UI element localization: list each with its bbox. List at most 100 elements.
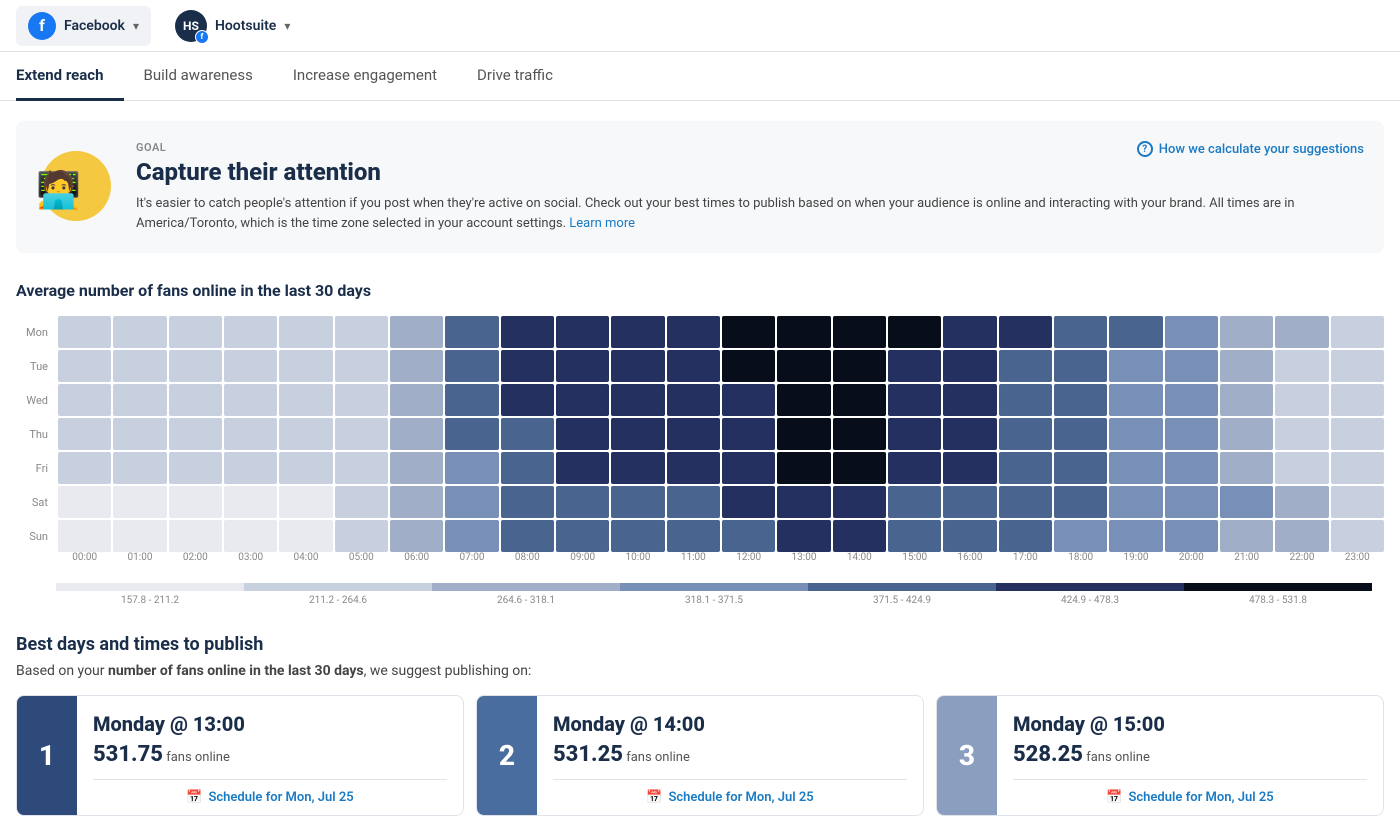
tab-increase-engagement[interactable]: Increase engagement	[273, 52, 457, 101]
heatmap-cell	[667, 418, 720, 450]
heatmap-time-label: 09:00	[556, 552, 609, 563]
heatmap-cell	[335, 384, 388, 416]
heatmap-cell	[1220, 520, 1273, 552]
heatmap-cell	[667, 486, 720, 518]
heatmap-cell	[722, 452, 775, 484]
heatmap-time-label: 11:00	[667, 552, 720, 563]
heatmap-cell	[335, 452, 388, 484]
illustration-figure-icon: 🧑‍💻	[36, 169, 81, 211]
best-times-desc-prefix: Based on your	[16, 663, 108, 679]
goal-illustration: 🧑‍💻	[36, 141, 116, 221]
heatmap-cell	[999, 384, 1052, 416]
heatmap-day-label: Thu	[16, 418, 56, 450]
suggestion-body: Monday @ 14:00531.25 fans online📅Schedul…	[537, 696, 923, 815]
heatmap-time-label: 20:00	[1165, 552, 1218, 563]
heatmap-cell	[1109, 418, 1162, 450]
goal-title: Capture their attention	[136, 158, 1364, 186]
heatmap-section: Average number of fans online in the las…	[16, 281, 1384, 563]
suggestion-time: Monday @ 14:00	[553, 712, 907, 736]
legend-label-text: 318.1 - 371.5	[685, 595, 743, 606]
heatmap-cell	[390, 520, 443, 552]
heatmap-day-label: Sun	[16, 520, 56, 552]
heatmap-cell	[777, 418, 830, 450]
heatmap-cell	[58, 316, 111, 348]
tab-build-awareness[interactable]: Build awareness	[124, 52, 273, 101]
legend-item: 264.6 - 318.1	[432, 583, 620, 606]
heatmap-cell	[777, 452, 830, 484]
heatmap-cell	[1275, 486, 1328, 518]
heatmap-cell	[999, 316, 1052, 348]
heatmap-cell	[777, 486, 830, 518]
heatmap-cell	[169, 452, 222, 484]
tab-drive-traffic[interactable]: Drive traffic	[457, 52, 573, 101]
suggestion-time: Monday @ 15:00	[1013, 712, 1367, 736]
heatmap-cell	[169, 520, 222, 552]
heatmap-cell	[611, 316, 664, 348]
heatmap-cell	[1275, 452, 1328, 484]
heatmap-cell	[113, 486, 166, 518]
legend-item: 211.2 - 264.6	[244, 583, 432, 606]
facebook-selector[interactable]: f Facebook ▾	[16, 6, 151, 46]
heatmap-cell	[999, 418, 1052, 450]
heatmap-cell	[1054, 418, 1107, 450]
legend-bar	[56, 583, 244, 591]
heatmap-cell	[335, 520, 388, 552]
heatmap-cell	[1054, 452, 1107, 484]
legend-item: 318.1 - 371.5	[620, 583, 808, 606]
top-bar: f Facebook ▾ HS f Hootsuite ▾	[0, 0, 1400, 52]
schedule-link[interactable]: Schedule for Mon, Jul 25	[668, 790, 813, 805]
heatmap-cell	[58, 486, 111, 518]
heatmap-cell	[224, 418, 277, 450]
heatmap-cell	[556, 418, 609, 450]
heatmap-cell	[1054, 520, 1107, 552]
suggestion-fans-label: fans online	[1086, 750, 1150, 765]
tab-extend-reach[interactable]: Extend reach	[16, 52, 124, 101]
goal-description: It's easier to catch people's attention …	[136, 194, 1364, 233]
learn-more-link[interactable]: Learn more	[569, 216, 635, 231]
heatmap-cell	[445, 384, 498, 416]
calendar-icon: 📅	[646, 790, 662, 805]
heatmap-cell	[390, 316, 443, 348]
heatmap-cell	[1331, 486, 1384, 518]
legend-bar	[620, 583, 808, 591]
heatmap-cell	[999, 520, 1052, 552]
schedule-link[interactable]: Schedule for Mon, Jul 25	[1128, 790, 1273, 805]
heatmap-cell	[279, 350, 332, 382]
heatmap-time-label: 22:00	[1275, 552, 1328, 563]
heatmap-time-label: 06:00	[390, 552, 443, 563]
suggestion-fans: 531.75 fans online	[93, 742, 447, 767]
heatmap-cell	[1054, 384, 1107, 416]
heatmap-cell	[113, 316, 166, 348]
heatmap-cell	[169, 486, 222, 518]
facebook-logo-icon: f	[28, 12, 56, 40]
facebook-label: Facebook	[64, 18, 125, 34]
best-times-title: Best days and times to publish	[16, 634, 1384, 655]
schedule-link[interactable]: Schedule for Mon, Jul 25	[208, 790, 353, 805]
calendar-icon: 📅	[1106, 790, 1122, 805]
heatmap-cell	[445, 452, 498, 484]
heatmap-cell	[888, 418, 941, 450]
heatmap-grid: MonTueWedThuFriSatSun	[16, 316, 1384, 552]
heatmap-cell	[722, 316, 775, 348]
heatmap-cell	[1165, 350, 1218, 382]
suggestion-fans-label: fans online	[626, 750, 690, 765]
heatmap-cell	[390, 418, 443, 450]
heatmap-cell	[999, 452, 1052, 484]
calculation-link[interactable]: ? How we calculate your suggestions	[1137, 141, 1364, 157]
heatmap-time-label: 08:00	[501, 552, 554, 563]
heatmap-time-label: 19:00	[1109, 552, 1162, 563]
suggestion-rank: 2	[477, 696, 537, 815]
heatmap-cell	[335, 418, 388, 450]
heatmap-cell	[943, 520, 996, 552]
calculation-link-text: How we calculate your suggestions	[1159, 142, 1364, 157]
heatmap-cell	[667, 316, 720, 348]
heatmap-cell	[888, 316, 941, 348]
legend-label-text: 424.9 - 478.3	[1061, 595, 1119, 606]
heatmap-cell	[169, 384, 222, 416]
heatmap-day-label: Wed	[16, 384, 56, 416]
heatmap-cell	[667, 452, 720, 484]
best-times-section: Best days and times to publish Based on …	[16, 634, 1384, 816]
heatmap-cell	[556, 350, 609, 382]
hootsuite-selector[interactable]: HS f Hootsuite ▾	[175, 10, 290, 42]
legend-item: 157.8 - 211.2	[56, 583, 244, 606]
